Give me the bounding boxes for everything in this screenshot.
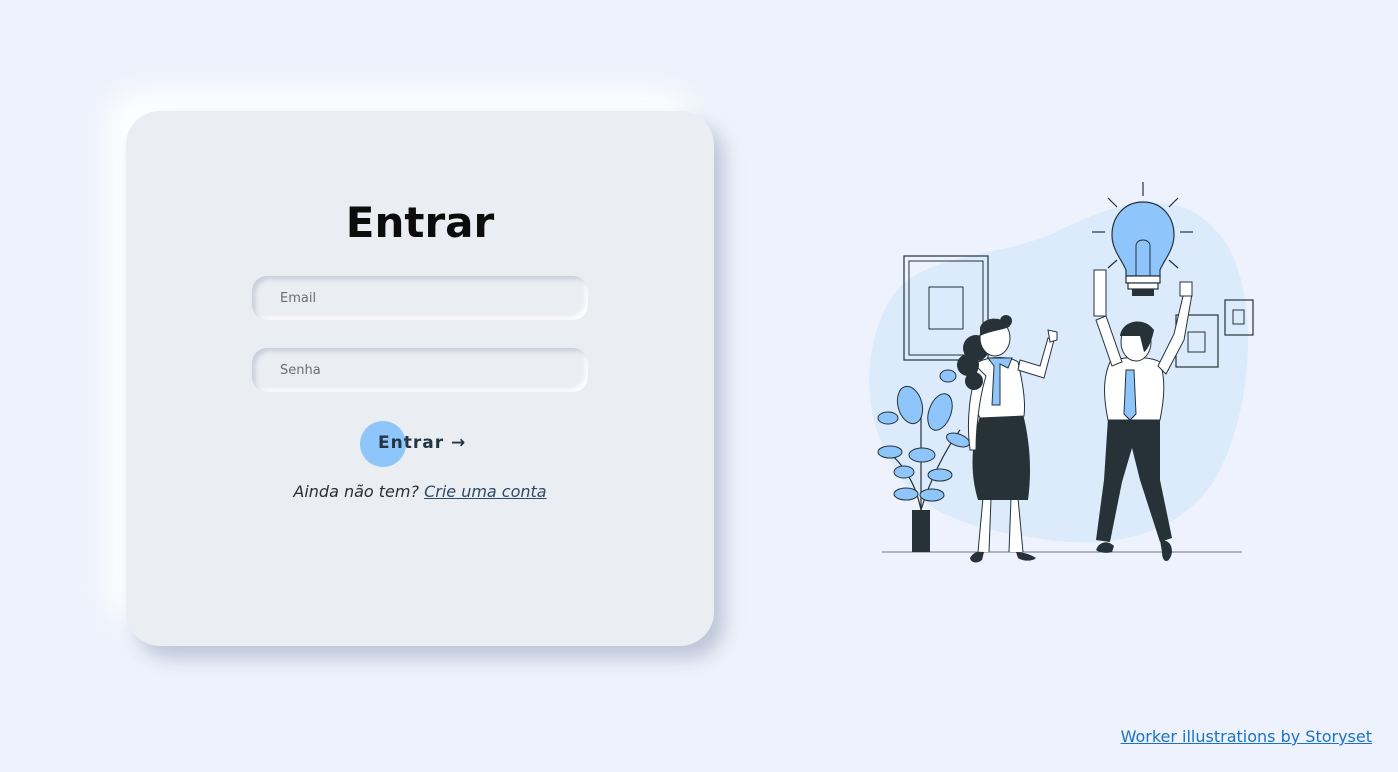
- password-field-wrapper: [252, 348, 588, 392]
- email-field[interactable]: [252, 276, 588, 320]
- login-button-label: Entrar →: [378, 433, 467, 453]
- signup-link[interactable]: Crie uma conta: [424, 482, 547, 501]
- illustration-credit-link[interactable]: Worker illustrations by Storyset: [1121, 727, 1372, 746]
- login-button[interactable]: Entrar →: [360, 421, 480, 467]
- signup-prompt: Ainda não tem? Crie uma conta: [126, 482, 714, 501]
- celebration-illustration: [869, 182, 1254, 563]
- password-field[interactable]: [252, 348, 588, 392]
- login-page: Entrar Entrar → Ainda não tem? Crie uma …: [0, 0, 1398, 772]
- signup-prompt-text: Ainda não tem?: [293, 482, 419, 501]
- login-card: Entrar Entrar → Ainda não tem? Crie uma …: [126, 111, 714, 646]
- page-title: Entrar: [345, 198, 495, 247]
- email-field-wrapper: [252, 276, 588, 320]
